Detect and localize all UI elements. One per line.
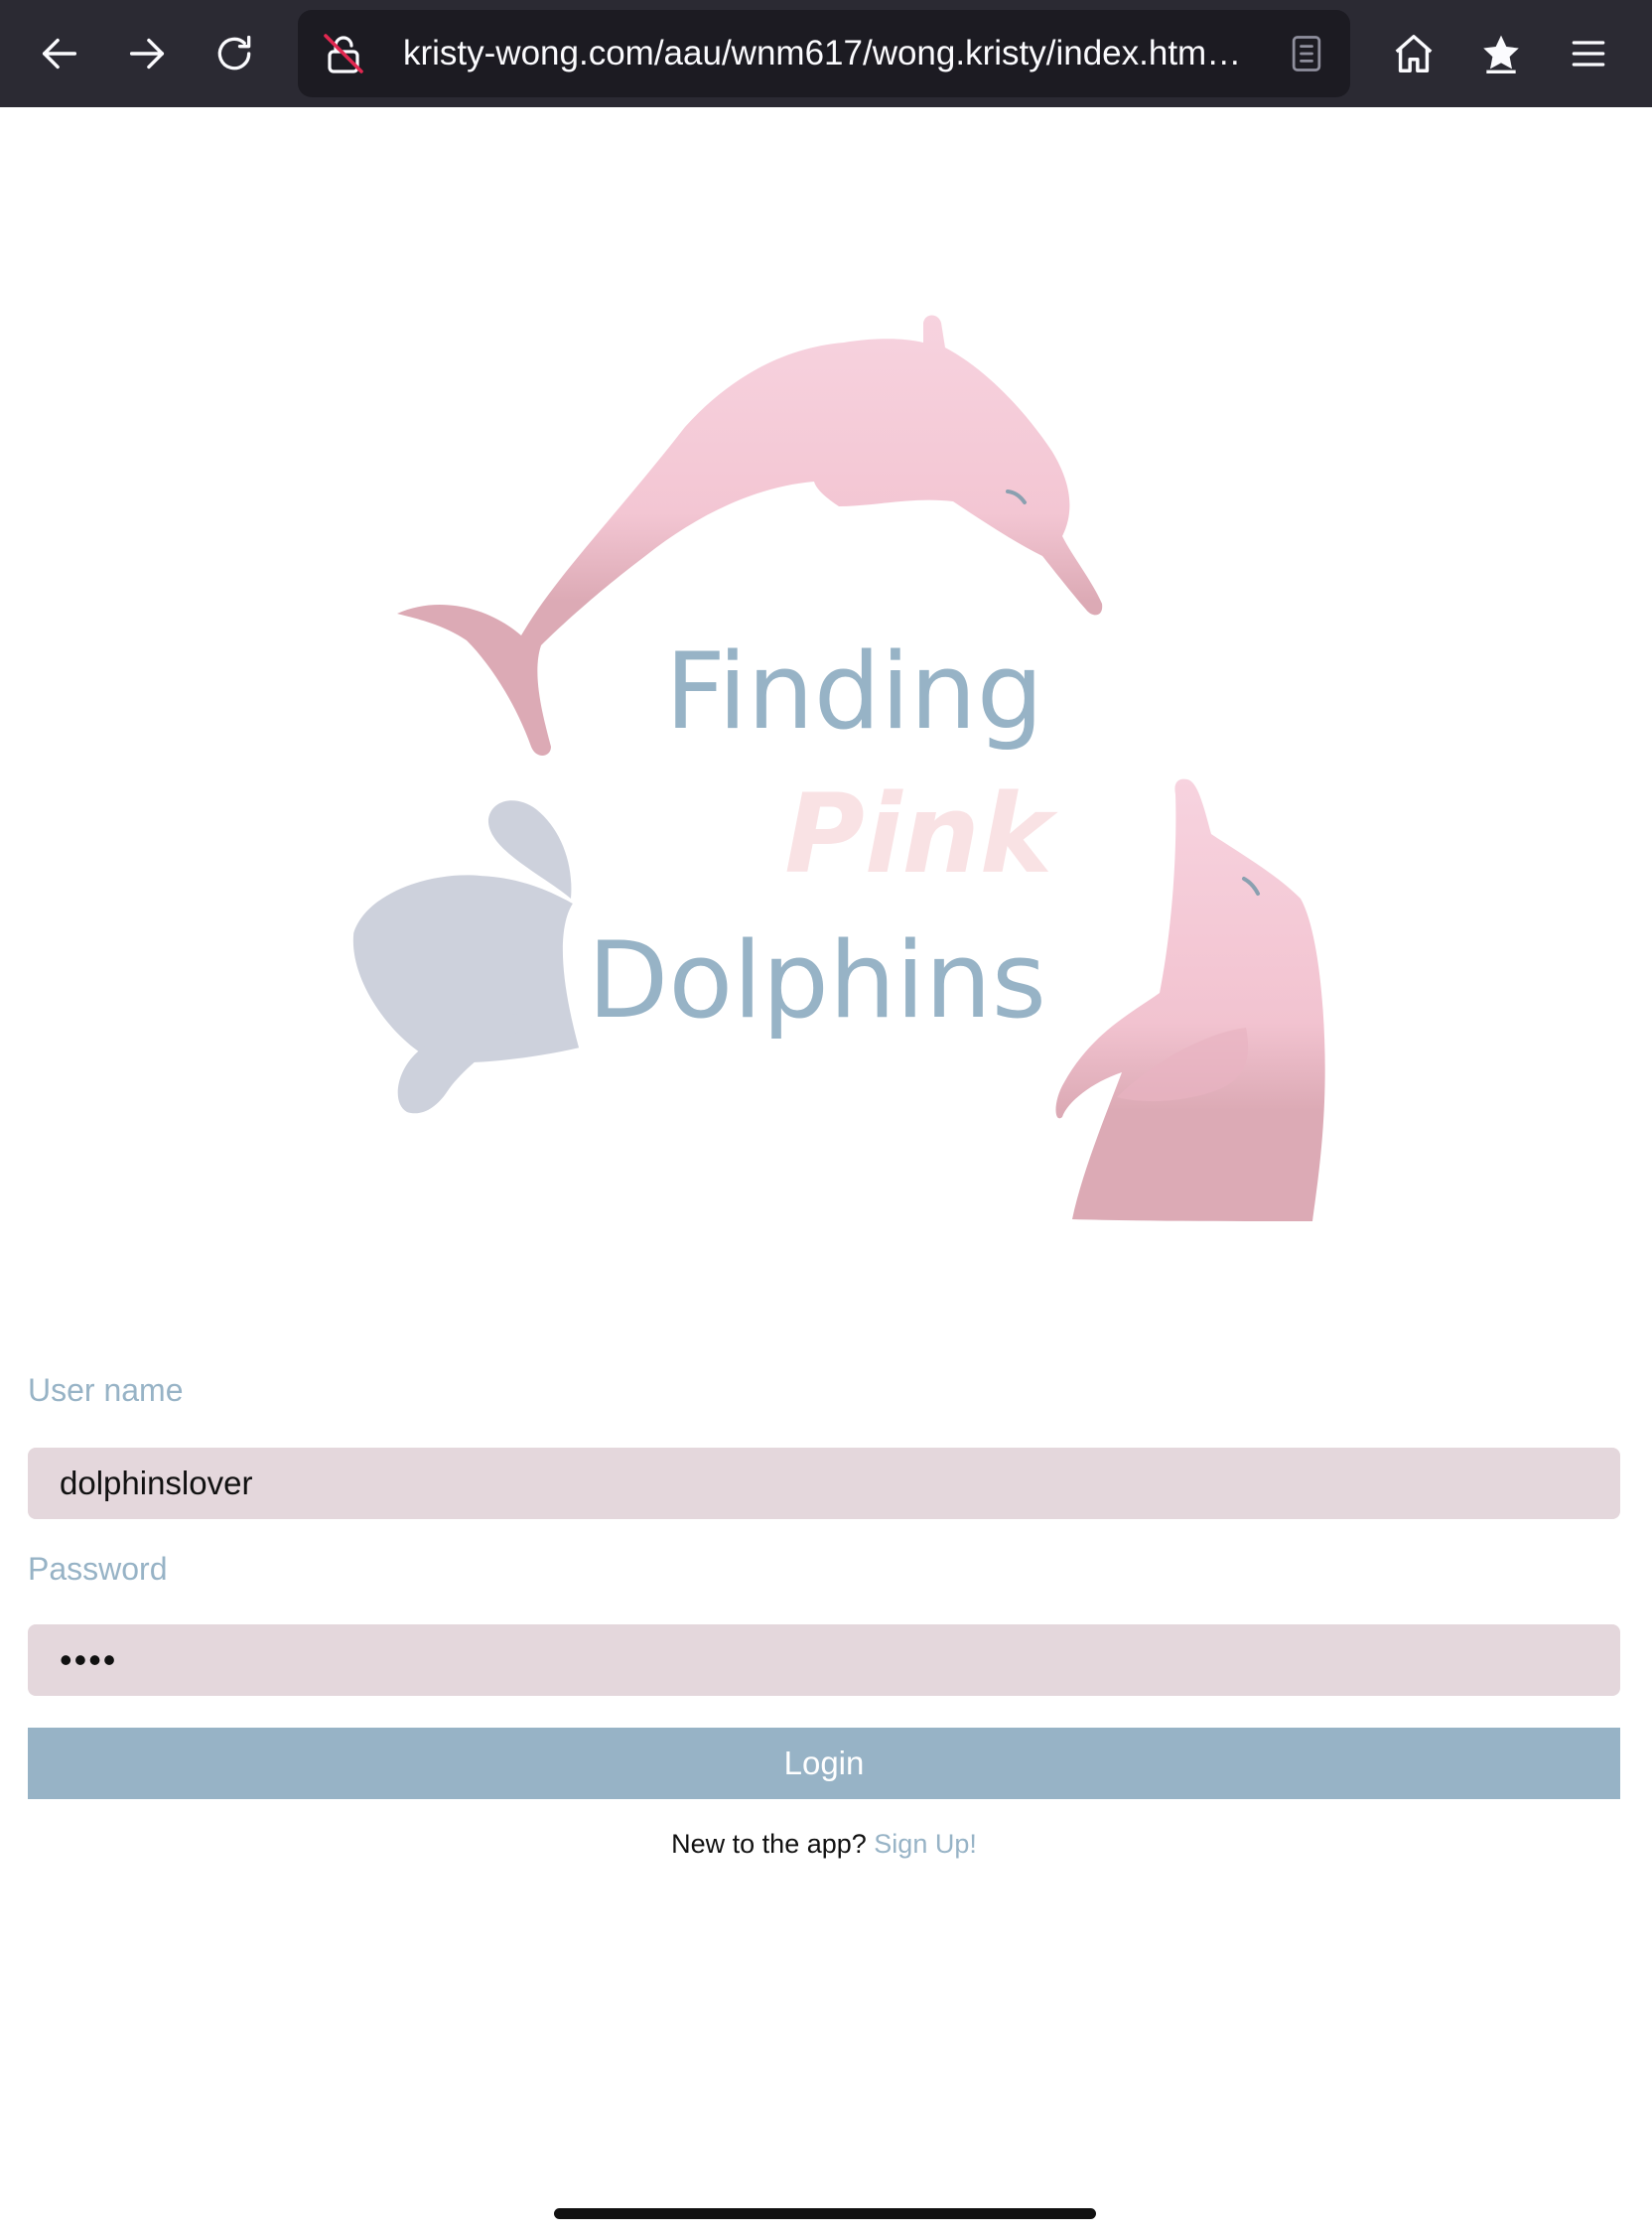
arrow-right-icon <box>129 38 165 70</box>
reload-icon <box>217 35 251 70</box>
home-indicator <box>554 2208 1096 2219</box>
menu-button[interactable] <box>1555 20 1622 87</box>
logo-word-finding: Finding <box>665 630 1043 753</box>
logo-word-pink: Pink <box>784 770 1058 898</box>
forward-button[interactable] <box>113 20 181 87</box>
home-icon <box>1395 35 1433 72</box>
finding-pink-dolphins-logo: Finding Pink Dolphins <box>352 315 1325 1221</box>
reader-mode-icon[interactable] <box>1285 32 1328 75</box>
login-button[interactable]: Login <box>28 1728 1620 1799</box>
bookmark-button[interactable] <box>1467 20 1535 87</box>
password-label: Password <box>28 1551 168 1587</box>
home-button[interactable] <box>1380 20 1447 87</box>
reload-button[interactable] <box>201 20 268 87</box>
username-label: User name <box>28 1372 184 1408</box>
splash-drop <box>352 875 580 1063</box>
bottom-dolphin <box>1055 778 1325 1221</box>
hamburger-menu-icon <box>1572 41 1605 67</box>
password-input[interactable] <box>28 1624 1620 1696</box>
url-text[interactable]: kristy-wong.com/aau/wnm617/wong.kristy/i… <box>403 10 1247 97</box>
star-icon <box>1483 35 1519 73</box>
browser-toolbar: kristy-wong.com/aau/wnm617/wong.kristy/i… <box>0 0 1652 107</box>
lock-insecure-icon[interactable] <box>320 30 367 77</box>
back-button[interactable] <box>26 20 93 87</box>
username-input[interactable] <box>28 1448 1620 1519</box>
login-form: User name Password Login New to the app?… <box>28 1360 1620 1860</box>
signup-prompt: New to the app? <box>671 1829 867 1859</box>
signup-row: New to the app? Sign Up! <box>28 1829 1620 1860</box>
signup-link[interactable]: Sign Up! <box>874 1829 977 1859</box>
arrow-left-icon <box>42 38 77 70</box>
url-bar[interactable]: kristy-wong.com/aau/wnm617/wong.kristy/i… <box>298 10 1350 97</box>
logo-word-dolphins: Dolphins <box>588 919 1046 1042</box>
